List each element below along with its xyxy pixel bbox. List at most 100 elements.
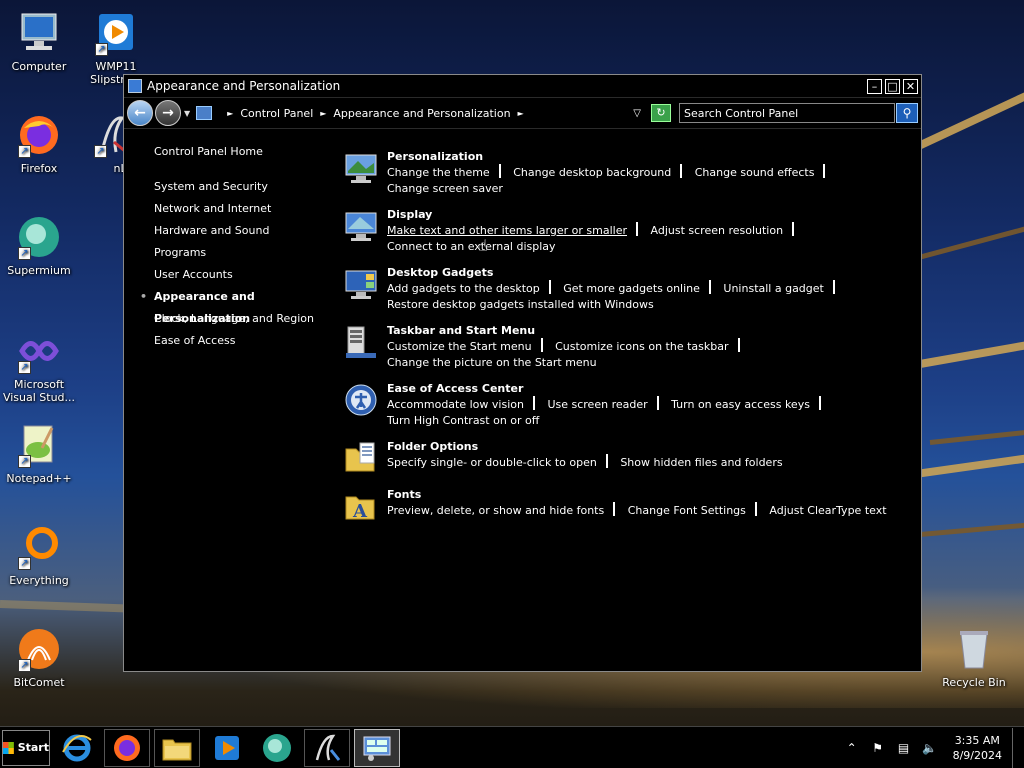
search-icon[interactable]: ⚲ [896,103,918,123]
desktop-icon-firefox[interactable]: ↗ Firefox [0,112,79,175]
taskbar-supermium[interactable] [254,729,300,767]
ease-of-access-icon [345,384,377,416]
category-list: Personalization Change the theme Change … [344,149,904,535]
taskbar-file-explorer[interactable] [154,728,200,767]
link-customize-taskbar-icons[interactable]: Customize icons on the taskbar [555,340,728,353]
desktop-icon-bitcomet[interactable]: ↗ BitComet [0,626,79,689]
link-uninstall-gadget[interactable]: Uninstall a gadget [723,282,823,295]
link-low-vision[interactable]: Accommodate low vision [387,398,524,411]
link-get-more-gadgets[interactable]: Get more gadgets online [563,282,700,295]
svg-text:A: A [352,501,368,522]
taskbar-icon [346,326,376,358]
category-title[interactable]: Personalization [387,149,904,164]
link-change-start-picture[interactable]: Change the picture on the Start menu [387,356,597,369]
category-title[interactable]: Folder Options [387,439,904,454]
start-button[interactable]: Start [2,729,50,766]
maximize-button[interactable]: □ [885,78,900,94]
link-easy-access-keys[interactable]: Turn on easy access keys [671,398,810,411]
minimize-button[interactable]: – [867,78,882,94]
clock[interactable]: 3:35 AM 8/9/2024 [953,733,1002,763]
personalization-icon [345,154,377,183]
nav-programs[interactable]: Programs [154,242,354,264]
control-panel-icon [128,79,142,93]
nav-system-and-security[interactable]: System and Security [154,176,354,198]
left-navigation: Control Panel Home System and Security N… [140,145,354,352]
category-title[interactable]: Fonts [387,487,904,502]
link-single-double-click[interactable]: Specify single- or double-click to open [387,456,597,469]
link-change-font-settings[interactable]: Change Font Settings [628,504,746,517]
link-add-gadgets[interactable]: Add gadgets to the desktop [387,282,540,295]
nav-appearance-and-personalization[interactable]: Appearance and Personalization [140,286,354,325]
chevron-right-icon[interactable]: ► [320,109,326,118]
back-button[interactable]: ← [127,100,153,126]
address-history-dropdown[interactable]: ▽ [633,108,641,119]
gadgets-icon [345,270,377,299]
taskbar-internet-explorer[interactable] [54,729,100,767]
desktop-icon-supermium[interactable]: ↗ Supermium [0,214,79,277]
category-title[interactable]: Desktop Gadgets [387,265,904,280]
category-display: Display Make text and other items larger… [344,207,904,255]
network-icon[interactable]: ▤ [895,741,913,755]
link-high-contrast[interactable]: Turn High Contrast on or off [387,414,539,427]
desktop-icon-everything[interactable]: ↗ Everything [0,524,79,587]
mouse-pointer-icon: ☝ [478,236,488,255]
volume-muted-icon[interactable]: 🔈 [921,741,939,755]
category-title[interactable]: Ease of Access Center [387,381,904,396]
refresh-button[interactable]: ↻ [651,104,671,122]
clock-date: 8/9/2024 [952,748,1002,762]
desktop-icon-label: Firefox [20,162,58,175]
link-change-screen-saver[interactable]: Change screen saver [387,182,503,195]
show-desktop-button[interactable] [1012,727,1024,768]
link-show-hidden-files[interactable]: Show hidden files and folders [620,456,782,469]
folder-options-icon [345,442,375,472]
control-panel-home-link[interactable]: Control Panel Home [154,145,354,158]
category-desktop-gadgets: Desktop Gadgets Add gadgets to the deskt… [344,265,904,313]
nav-user-accounts[interactable]: User Accounts [154,264,354,286]
desktop-icon-visual-studio[interactable]: ↗ Microsoft Visual Stud... [0,328,79,404]
taskbar-control-panel[interactable] [354,728,400,767]
forward-button[interactable]: → [155,100,181,126]
breadcrumb-appearance[interactable]: Appearance and Personalization [333,107,510,120]
category-title[interactable]: Display [387,207,904,222]
link-connect-external-display[interactable]: Connect to an external display [387,240,556,253]
category-fonts: A Fonts Preview, delete, or show and hid… [344,487,904,525]
link-customize-start-menu[interactable]: Customize the Start menu [387,340,532,353]
chevron-right-icon[interactable]: ► [227,109,233,118]
link-make-text-larger[interactable]: Make text and other items larger or smal… [387,224,627,237]
taskbar: Start ⌃ ⚑ ▤ 🔈 3:35 AM 8/9/2024 [0,726,1024,768]
address-bar[interactable]: ► Control Panel ► Appearance and Persona… [196,101,651,125]
taskbar-firefox[interactable] [104,728,150,767]
breadcrumb-control-panel[interactable]: Control Panel [240,107,313,120]
link-change-theme[interactable]: Change the theme [387,166,490,179]
link-change-sound-effects[interactable]: Change sound effects [695,166,815,179]
link-adjust-cleartype[interactable]: Adjust ClearType text [769,504,886,517]
close-button[interactable]: ✕ [903,78,918,94]
recent-pages-dropdown[interactable]: ▼ [184,109,190,118]
desktop-icon-computer[interactable]: Computer [0,10,79,73]
category-title[interactable]: Taskbar and Start Menu [387,323,904,338]
control-panel-window: Appearance and Personalization – □ ✕ ← →… [123,74,922,672]
taskbar-media-player[interactable] [204,729,250,767]
taskbar-nlite[interactable] [304,728,350,767]
link-adjust-screen-resolution[interactable]: Adjust screen resolution [651,224,784,237]
category-ease-of-access: Ease of Access Center Accommodate low vi… [344,381,904,429]
chevron-right-icon[interactable]: ► [518,109,524,118]
desktop-icon-notepadpp[interactable]: ↗ Notepad++ [0,422,79,485]
nav-ease-of-access[interactable]: Ease of Access [154,330,354,352]
desktop-icon-recycle-bin[interactable]: Recycle Bin [934,626,1014,689]
supermium-icon: ↗ [16,214,62,260]
search-input[interactable] [679,103,895,123]
link-screen-reader[interactable]: Use screen reader [547,398,647,411]
recycle-bin-icon [951,626,997,672]
category-folder-options: Folder Options Specify single- or double… [344,439,904,477]
nav-hardware-and-sound[interactable]: Hardware and Sound [154,220,354,242]
link-change-desktop-background[interactable]: Change desktop background [513,166,671,179]
firefox-icon: ↗ [16,112,62,158]
link-restore-gadgets[interactable]: Restore desktop gadgets installed with W… [387,298,654,311]
show-hidden-icons-button[interactable]: ⌃ [843,741,861,755]
window-titlebar[interactable]: Appearance and Personalization – □ ✕ [124,75,921,97]
wmp-icon: ↗ [93,10,139,56]
action-center-flag-icon[interactable]: ⚑ [869,741,887,755]
link-preview-fonts[interactable]: Preview, delete, or show and hide fonts [387,504,604,517]
nav-network-and-internet[interactable]: Network and Internet [154,198,354,220]
